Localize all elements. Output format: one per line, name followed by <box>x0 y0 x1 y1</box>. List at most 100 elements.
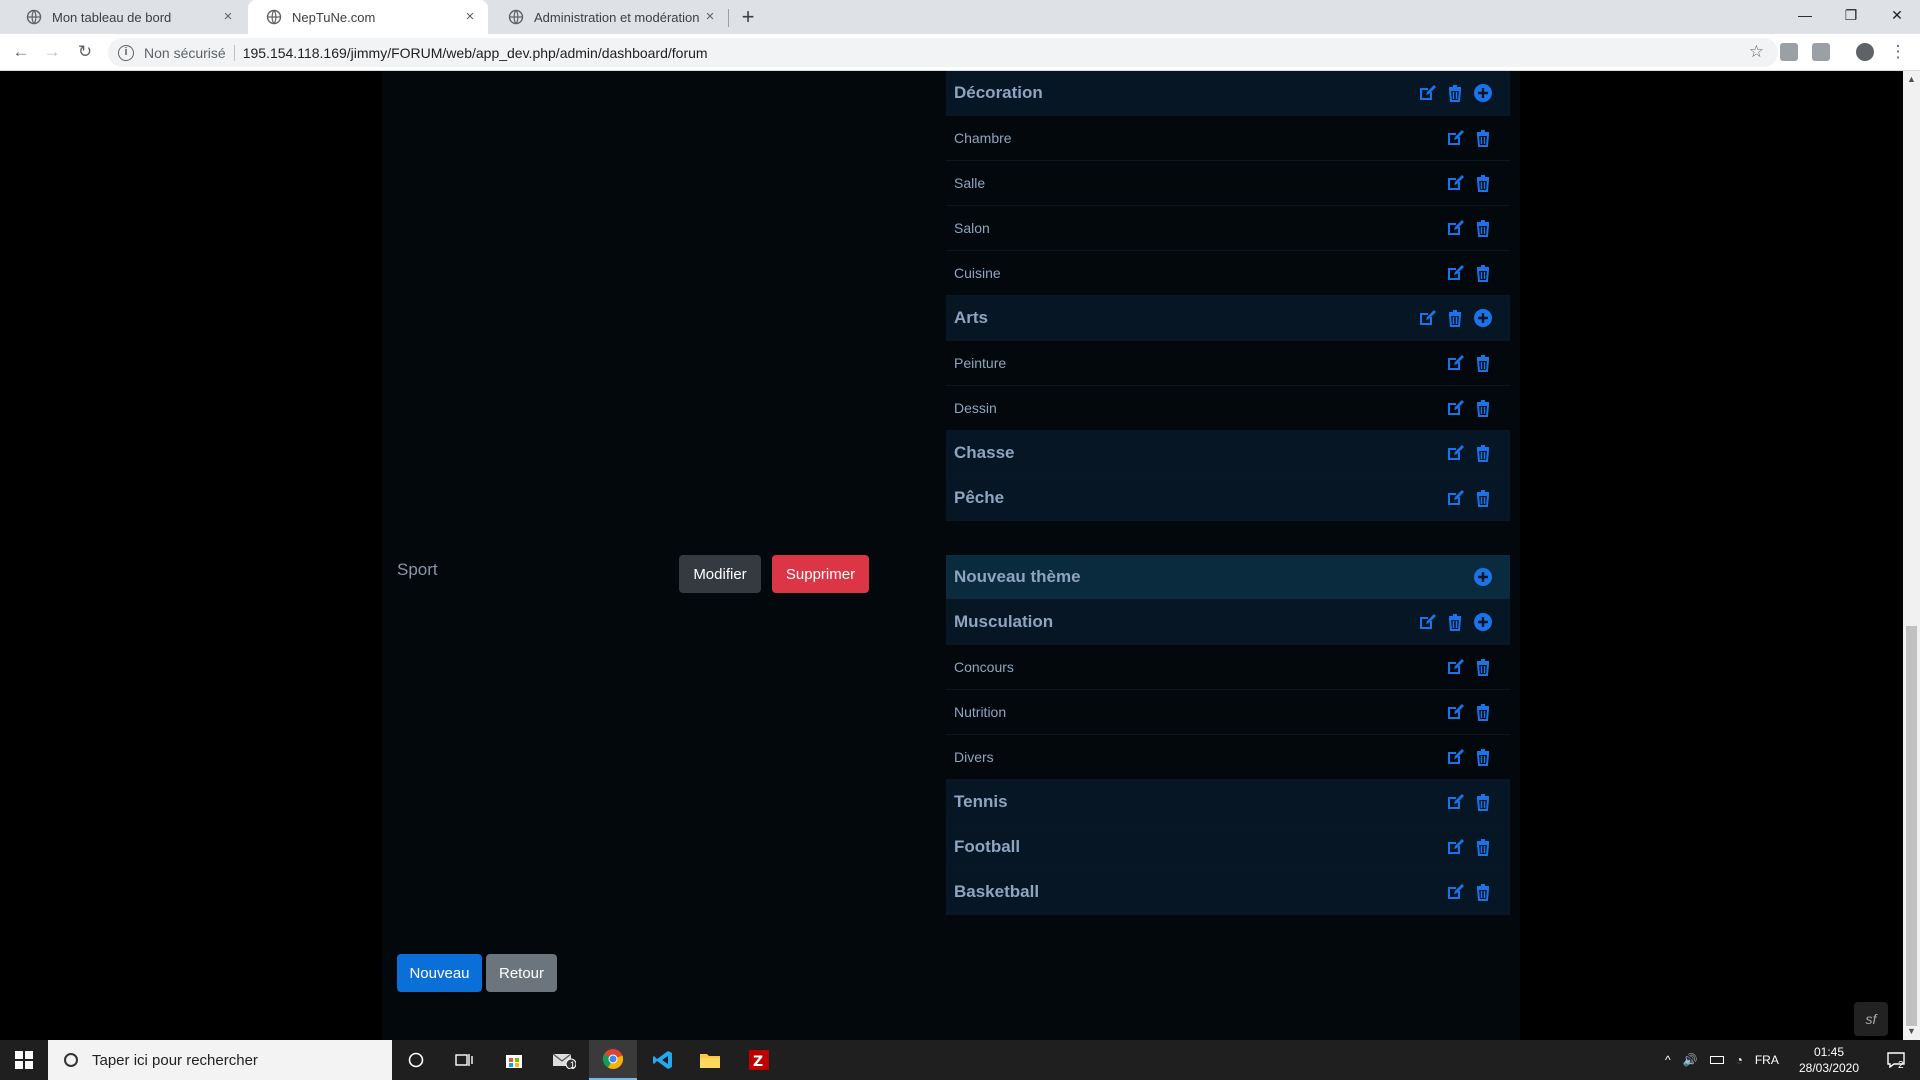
taskbar-search-input[interactable]: Taper ici pour rechercher <box>48 1040 392 1080</box>
notification-count: 2 <box>1898 1060 1904 1071</box>
language-indicator[interactable]: FRA <box>1755 1053 1779 1067</box>
edit-icon[interactable] <box>1445 398 1465 418</box>
notifications-icon[interactable]: 2 <box>1872 1040 1920 1080</box>
edit-icon[interactable] <box>1445 747 1465 767</box>
trash-icon[interactable] <box>1473 353 1493 373</box>
url-text[interactable]: 195.154.118.169/jimmy/FORUM/web/app_dev.… <box>243 45 708 61</box>
mail-icon[interactable]: 1 <box>540 1040 588 1080</box>
battery-icon[interactable] <box>1709 1056 1724 1064</box>
trash-icon[interactable] <box>1445 612 1465 632</box>
scroll-down-arrow-icon[interactable]: ▼ <box>1903 1023 1920 1040</box>
new-button[interactable]: Nouveau <box>397 954 482 992</box>
edit-icon[interactable] <box>1445 882 1465 902</box>
store-icon[interactable] <box>490 1040 538 1080</box>
close-window-button[interactable]: ✕ <box>1874 0 1920 30</box>
trash-icon[interactable] <box>1473 488 1493 508</box>
modify-forum-button[interactable]: Modifier <box>679 555 761 593</box>
filezilla-icon[interactable]: Z <box>735 1040 783 1080</box>
back-button[interactable]: ← <box>9 40 33 64</box>
edit-icon[interactable] <box>1445 792 1465 812</box>
tab-title: Administration et modération — <box>534 9 702 25</box>
edit-icon[interactable] <box>1445 263 1465 283</box>
edit-icon[interactable] <box>1445 837 1465 857</box>
clock-time: 01:45 <box>1813 1045 1845 1059</box>
trash-icon[interactable] <box>1445 308 1465 328</box>
trash-icon[interactable] <box>1473 792 1493 812</box>
browser-tab-3[interactable]: Administration et modération — × <box>490 0 728 34</box>
plus-circle-icon[interactable] <box>1473 308 1493 328</box>
edit-icon[interactable] <box>1445 657 1465 677</box>
trash-icon[interactable] <box>1445 83 1465 103</box>
browser-tab-1[interactable]: Mon tableau de bord × <box>8 0 246 34</box>
taskbar-clock[interactable]: 01:45 28/03/2020 <box>1794 1044 1864 1076</box>
profile-avatar-icon[interactable] <box>1856 43 1874 61</box>
row-actions <box>1465 567 1493 587</box>
close-tab-icon[interactable]: × <box>462 9 478 25</box>
bookmark-star-icon[interactable]: ☆ <box>1749 42 1764 62</box>
trash-icon[interactable] <box>1473 128 1493 148</box>
trash-icon[interactable] <box>1473 837 1493 857</box>
plus-circle-icon[interactable] <box>1473 83 1493 103</box>
edit-icon[interactable] <box>1445 443 1465 463</box>
trash-icon[interactable] <box>1473 747 1493 767</box>
subcategory-row: Cuisine <box>946 251 1510 296</box>
row-actions <box>1437 218 1493 238</box>
trash-icon[interactable] <box>1473 657 1493 677</box>
file-explorer-icon[interactable] <box>686 1040 734 1080</box>
task-view-icon[interactable] <box>440 1040 488 1080</box>
category-row: Pêche <box>946 476 1510 521</box>
tray-chevron-icon[interactable]: ^ <box>1665 1053 1671 1067</box>
menu-kebab-icon[interactable]: ⋮ <box>1886 40 1910 64</box>
category-row: Tennis <box>946 780 1510 825</box>
info-icon[interactable]: i <box>118 44 134 61</box>
edit-icon[interactable] <box>1445 353 1465 373</box>
chrome-taskbar-icon[interactable] <box>589 1040 637 1080</box>
edit-icon[interactable] <box>1417 308 1437 328</box>
scrollbar-thumb[interactable] <box>1906 626 1917 1026</box>
volume-icon[interactable]: 🔊 <box>1683 1053 1698 1067</box>
scroll-up-arrow-icon[interactable]: ▲ <box>1903 71 1920 88</box>
trash-icon[interactable] <box>1473 263 1493 283</box>
edit-icon[interactable] <box>1417 612 1437 632</box>
reload-button[interactable]: ↻ <box>73 40 97 64</box>
trash-icon[interactable] <box>1473 443 1493 463</box>
edit-icon[interactable] <box>1445 702 1465 722</box>
trash-icon[interactable] <box>1473 702 1493 722</box>
clock-date: 28/03/2020 <box>1798 1061 1860 1075</box>
row-label: Arts <box>954 308 989 327</box>
symfony-toolbar-icon[interactable]: sf <box>1854 1002 1888 1036</box>
trash-icon[interactable] <box>1473 882 1493 902</box>
category-list: Décoration Chambre Salle Salon Cuisine Arts Pe… <box>946 71 1510 521</box>
row-label: Tennis <box>954 792 1008 811</box>
trash-icon[interactable] <box>1473 173 1493 193</box>
close-tab-icon[interactable]: × <box>220 9 236 25</box>
edit-icon[interactable] <box>1417 83 1437 103</box>
restore-button[interactable]: ❐ <box>1828 0 1874 30</box>
trash-icon[interactable] <box>1473 218 1493 238</box>
new-tab-button[interactable]: + <box>736 5 760 29</box>
edit-icon[interactable] <box>1445 173 1465 193</box>
minimize-button[interactable]: — <box>1782 0 1828 30</box>
back-button[interactable]: Retour <box>486 954 557 992</box>
edit-icon[interactable] <box>1445 488 1465 508</box>
extension-icon[interactable] <box>1780 43 1798 61</box>
cortana-icon[interactable] <box>392 1040 440 1080</box>
row-actions <box>1437 657 1493 677</box>
wifi-icon[interactable]: ◔ <box>1736 1053 1743 1067</box>
row-label: Concours <box>954 659 1014 675</box>
trash-icon[interactable] <box>1473 398 1493 418</box>
delete-forum-button[interactable]: Supprimer <box>772 555 869 593</box>
vscode-icon[interactable] <box>639 1040 687 1080</box>
edit-icon[interactable] <box>1445 128 1465 148</box>
windows-start-button[interactable] <box>0 1040 48 1080</box>
plus-circle-icon[interactable] <box>1473 567 1493 587</box>
close-tab-icon[interactable]: × <box>702 9 718 25</box>
search-icon <box>64 1053 78 1067</box>
plus-circle-icon[interactable] <box>1473 612 1493 632</box>
address-bar[interactable]: i Non sécurisé 195.154.118.169/jimmy/FOR… <box>108 38 1778 67</box>
browser-tab-2[interactable]: NepTuNe.com × <box>248 0 488 34</box>
page-scrollbar[interactable]: ▲ ▼ <box>1903 71 1920 1040</box>
forward-button[interactable]: → <box>40 40 64 64</box>
edit-icon[interactable] <box>1445 218 1465 238</box>
extension-icon[interactable] <box>1812 43 1830 61</box>
